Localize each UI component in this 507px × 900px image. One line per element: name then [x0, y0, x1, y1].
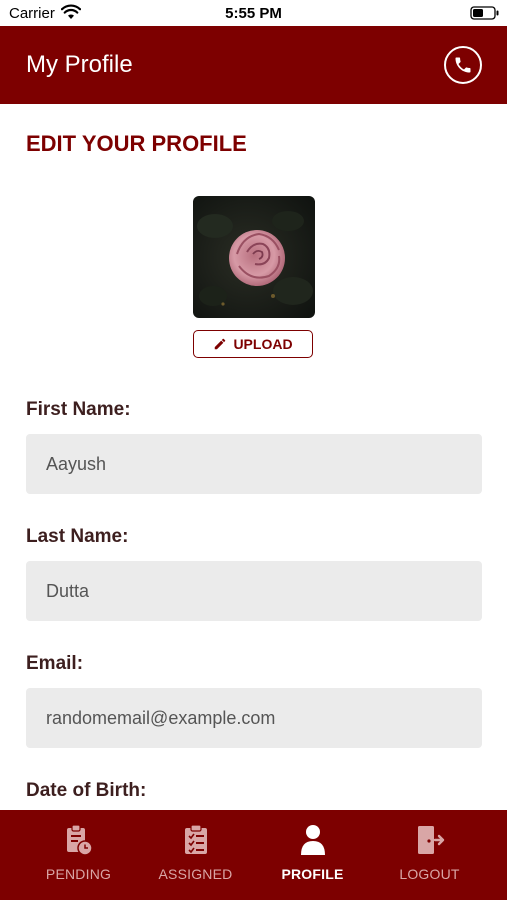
upload-button[interactable]: UPLOAD: [193, 330, 313, 358]
app-header: My Profile: [0, 26, 507, 104]
first-name-label: First Name:: [26, 399, 131, 420]
battery-icon: [470, 6, 499, 20]
rose-photo: [193, 196, 315, 318]
bottom-tab-bar: PENDING ASSIGNED PROFILE LOGOUT: [0, 810, 507, 900]
email-field[interactable]: randomemail@example.com: [26, 688, 482, 748]
clipboard-check-icon: [184, 824, 207, 854]
status-time: 5:55 PM: [225, 5, 282, 22]
upload-label: UPLOAD: [233, 336, 293, 352]
last-name-label: Last Name:: [26, 526, 129, 547]
page-title: My Profile: [26, 51, 133, 78]
tab-profile[interactable]: PROFILE: [254, 810, 371, 900]
tab-assigned-label: ASSIGNED: [158, 866, 233, 882]
phone-icon: [455, 57, 471, 73]
call-button[interactable]: [444, 46, 482, 84]
date-of-birth-label: Date of Birth:: [26, 780, 147, 801]
pencil-icon: [215, 338, 226, 350]
status-bar: Carrier 5:55 PM: [0, 0, 507, 26]
tab-logout-label: LOGOUT: [399, 866, 460, 882]
first-name-field[interactable]: Aayush: [26, 434, 482, 494]
tab-logout[interactable]: LOGOUT: [371, 810, 488, 900]
tab-pending[interactable]: PENDING: [20, 810, 137, 900]
email-label: Email:: [26, 653, 84, 674]
tab-profile-label: PROFILE: [281, 866, 344, 882]
tab-pending-label: PENDING: [45, 866, 112, 882]
user-icon: [300, 825, 325, 855]
logout-icon: [417, 826, 444, 854]
clipboard-clock-icon: [66, 824, 93, 856]
avatar: [193, 196, 315, 318]
last-name-field[interactable]: Dutta: [26, 561, 482, 621]
edit-profile-heading: EDIT YOUR PROFILE: [26, 131, 247, 156]
tab-assigned[interactable]: ASSIGNED: [137, 810, 254, 900]
